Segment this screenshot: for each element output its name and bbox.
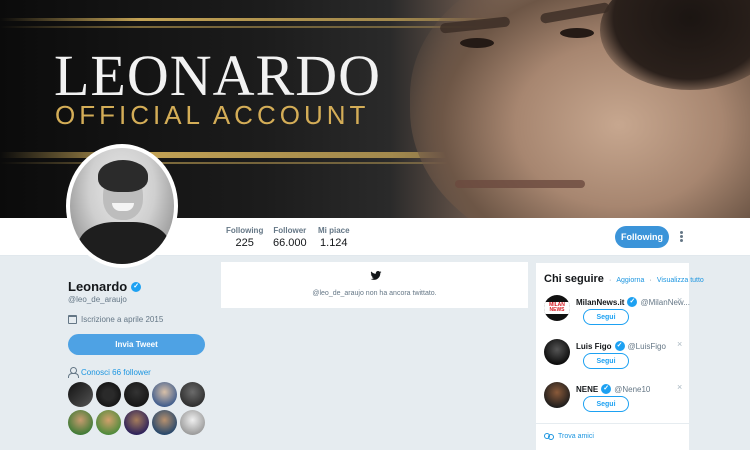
follow-button[interactable]: Segui xyxy=(583,309,629,325)
suggestion-item: Luis Figo ✓ @LuisFigo × Segui xyxy=(544,339,684,383)
verified-badge-icon: ✓ xyxy=(601,384,612,394)
follower-avatar[interactable] xyxy=(152,382,177,407)
dismiss-icon[interactable]: × xyxy=(677,295,682,305)
stat-label: Following xyxy=(226,226,264,235)
suggestion-item: MILAN NEWS MilanNews.it ✓ @MilanNew... ×… xyxy=(544,295,690,339)
twitter-bird-icon xyxy=(370,271,382,280)
known-followers-grid xyxy=(68,382,208,435)
stat-likes[interactable]: Mi piace 1.124 xyxy=(318,226,350,249)
known-followers-link[interactable]: Conosci 66 follower xyxy=(68,367,151,378)
who-to-follow-header: Chi seguire · Aggiorna · Visualizza tutt… xyxy=(544,273,704,285)
suggestion-avatar[interactable]: MILAN NEWS xyxy=(544,295,570,321)
follower-avatar[interactable] xyxy=(124,382,149,407)
suggestion-handle: @LuisFigo xyxy=(627,341,666,351)
find-friends-text: Trova amici xyxy=(558,433,594,440)
follower-avatar[interactable] xyxy=(96,382,121,407)
person-icon xyxy=(68,367,79,378)
known-followers-text: Conosci 66 follower xyxy=(81,367,151,377)
stat-followers[interactable]: Follower 66.000 xyxy=(273,226,307,249)
send-tweet-button[interactable]: Invia Tweet xyxy=(68,334,205,355)
stat-value: 66.000 xyxy=(273,237,307,249)
banner-subtitle: OFFICIAL ACCOUNT xyxy=(55,100,370,130)
suggestion-name[interactable]: NENE ✓ @Nene10 xyxy=(576,384,650,394)
join-date: Iscrizione a aprile 2015 xyxy=(68,315,163,324)
profile-avatar[interactable] xyxy=(66,144,178,268)
follower-avatar[interactable] xyxy=(96,410,121,435)
follower-avatar[interactable] xyxy=(180,382,205,407)
find-friends-link[interactable]: Trova amici xyxy=(544,433,594,440)
banner-title: LEONARDO xyxy=(54,43,381,108)
follow-button[interactable]: Segui xyxy=(583,353,629,369)
suggestion-name[interactable]: MilanNews.it ✓ @MilanNew... xyxy=(576,297,690,307)
dismiss-icon[interactable]: × xyxy=(677,382,682,392)
following-button[interactable]: Following xyxy=(615,226,669,248)
timeline-empty-state: @leo_de_araujo non ha ancora twittato. xyxy=(220,261,529,309)
profile-name-text: Leonardo xyxy=(68,279,128,294)
suggestion-avatar[interactable] xyxy=(544,382,570,408)
stat-label: Follower xyxy=(273,226,307,235)
separator-dot: · xyxy=(608,277,612,284)
verified-badge-icon: ✓ xyxy=(627,297,638,307)
suggestion-avatar-text: MILAN NEWS xyxy=(544,302,570,314)
profile-name: Leonardo ✓ xyxy=(68,279,142,294)
stat-value: 1.124 xyxy=(320,237,348,249)
ellipsis-vertical-icon[interactable] xyxy=(680,231,684,243)
follower-avatar[interactable] xyxy=(68,410,93,435)
dismiss-icon[interactable]: × xyxy=(677,339,682,349)
suggestion-handle: @Nene10 xyxy=(614,384,651,394)
suggestion-name-text: MilanNews.it xyxy=(576,297,625,307)
profile-handle: @leo_de_araujo xyxy=(68,295,127,304)
join-date-text: Iscrizione a aprile 2015 xyxy=(81,315,164,324)
follower-avatar[interactable] xyxy=(124,410,149,435)
empty-timeline-message: @leo_de_araujo non ha ancora twittato. xyxy=(312,290,437,297)
stat-value: 225 xyxy=(235,237,254,249)
calendar-icon xyxy=(68,315,77,324)
suggestion-avatar[interactable] xyxy=(544,339,570,365)
follower-avatar[interactable] xyxy=(180,410,205,435)
stat-following[interactable]: Following 225 xyxy=(226,226,263,249)
suggestion-item: NENE ✓ @Nene10 × Segui xyxy=(544,382,684,426)
who-to-follow-panel: Chi seguire · Aggiorna · Visualizza tutt… xyxy=(536,263,704,450)
suggestion-handle: @MilanNew... xyxy=(640,297,690,307)
refresh-link[interactable]: Aggiorna xyxy=(616,277,644,284)
verified-badge-icon: ✓ xyxy=(614,341,625,351)
separator-dot: · xyxy=(649,277,652,284)
people-icon xyxy=(544,433,554,440)
suggestion-name-text: Luis Figo xyxy=(576,341,612,351)
follow-button[interactable]: Segui xyxy=(583,396,629,412)
view-all-link[interactable]: Visualizza tutto xyxy=(657,277,704,284)
divider xyxy=(536,423,689,424)
verified-badge-icon: ✓ xyxy=(131,281,142,292)
stat-label: Mi piace xyxy=(318,226,350,235)
suggestion-name[interactable]: Luis Figo ✓ @LuisFigo xyxy=(576,341,666,351)
suggestion-name-text: NENE xyxy=(576,384,599,394)
follower-avatar[interactable] xyxy=(152,410,177,435)
follower-avatar[interactable] xyxy=(68,382,93,407)
who-to-follow-title: Chi seguire xyxy=(544,273,604,285)
